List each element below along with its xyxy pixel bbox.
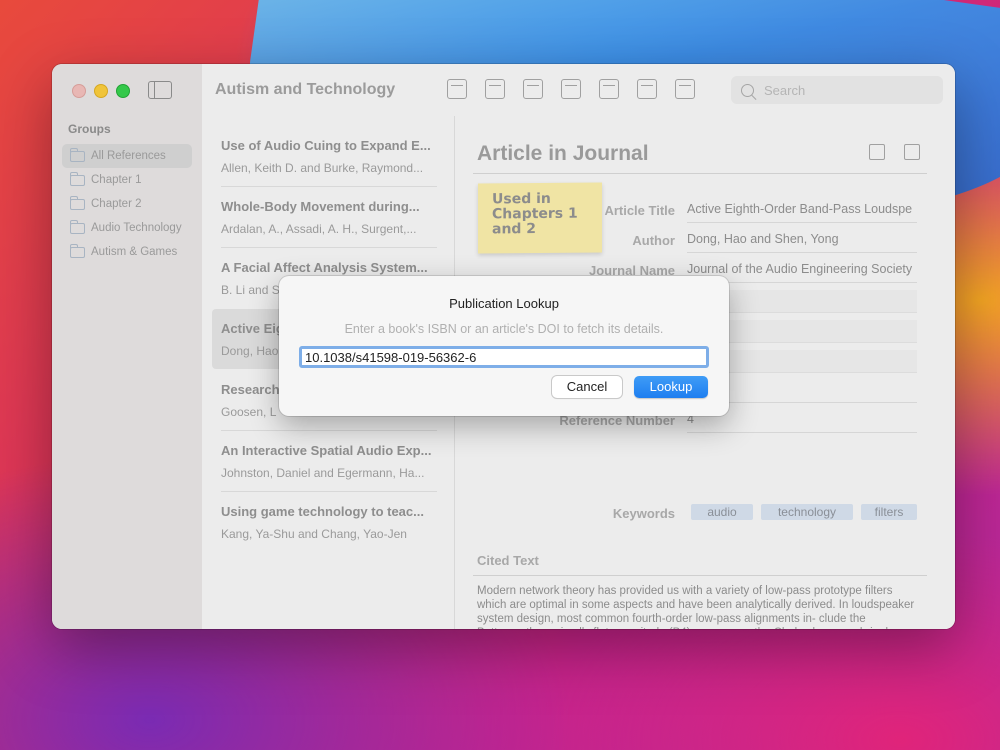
reference-title: Whole-Body Movement during... bbox=[221, 199, 420, 214]
folder-icon bbox=[70, 147, 85, 162]
author-field[interactable]: Dong, Hao and Shen, Yong bbox=[687, 230, 917, 253]
dialog-subtitle: Enter a book's ISBN or an article's DOI … bbox=[344, 322, 664, 336]
keywords-label: Keywords bbox=[612, 506, 675, 521]
divider bbox=[473, 173, 927, 174]
cited-text[interactable]: Modern network theory has provided us wi… bbox=[477, 584, 917, 629]
publication-lookup-dialog: Publication Lookup Enter a book's ISBN o… bbox=[279, 276, 729, 416]
library-icon[interactable] bbox=[637, 79, 657, 99]
sidebar-item-chapter-1[interactable]: Chapter 1 bbox=[62, 168, 192, 192]
group-list: All References Chapter 1 Chapter 2 Audio… bbox=[62, 144, 192, 264]
list-item[interactable]: An Interactive Spatial Audio Exp... John… bbox=[212, 431, 434, 489]
journal-icon[interactable] bbox=[485, 79, 505, 99]
sidebar-item-audio-technology[interactable]: Audio Technology bbox=[62, 216, 192, 240]
sidebar-item-label: Autism & Games bbox=[91, 246, 178, 258]
reference-authors: Johnston, Daniel and Egermann, Ha... bbox=[221, 466, 425, 480]
minimize-button[interactable] bbox=[94, 84, 108, 98]
keyword-tag[interactable]: audio bbox=[691, 504, 753, 520]
window-controls bbox=[72, 84, 130, 98]
dialog-title: Publication Lookup bbox=[449, 296, 559, 311]
sidebar: Groups All References Chapter 1 Chapter … bbox=[52, 64, 203, 629]
folder-icon bbox=[70, 219, 85, 234]
sidebar-item-label: All References bbox=[91, 150, 166, 162]
book-icon[interactable] bbox=[447, 79, 467, 99]
sidebar-item-label: Audio Technology bbox=[91, 222, 182, 234]
sidebar-toggle-icon[interactable] bbox=[148, 81, 172, 99]
search-icon bbox=[741, 83, 754, 97]
reference-authors: Ardalan, A., Assadi, A. H., Surgent,... bbox=[221, 222, 417, 236]
divider bbox=[473, 575, 927, 576]
keyword-tag[interactable]: technology bbox=[761, 504, 853, 520]
document-icon[interactable] bbox=[675, 79, 695, 99]
article-title-field[interactable]: Active Eighth-Order Band-Pass Loudspe bbox=[687, 200, 917, 223]
reference-authors: Allen, Keith D. and Burke, Raymond... bbox=[221, 161, 424, 175]
keyword-tag[interactable]: filters bbox=[861, 504, 917, 520]
doi-isbn-input[interactable] bbox=[299, 346, 709, 368]
folder-image-icon[interactable] bbox=[561, 79, 581, 99]
reference-title: An Interactive Spatial Audio Exp... bbox=[221, 443, 432, 458]
lookup-button[interactable]: Lookup bbox=[634, 376, 708, 398]
reference-title: Use of Audio Cuing to Expand E... bbox=[221, 138, 431, 153]
cited-text-label: Cited Text bbox=[477, 553, 539, 568]
list-item[interactable]: Using game technology to teac... Kang, Y… bbox=[212, 492, 434, 550]
cancel-button[interactable]: Cancel bbox=[552, 376, 622, 398]
groups-heading: Groups bbox=[68, 122, 111, 136]
search-placeholder: Search bbox=[764, 82, 806, 98]
sidebar-item-label: Chapter 2 bbox=[91, 198, 142, 210]
sidebar-item-all-references[interactable]: All References bbox=[62, 144, 192, 168]
copy-icon[interactable] bbox=[904, 144, 920, 160]
reference-type-title: Article in Journal bbox=[477, 142, 649, 165]
window-title: Autism and Technology bbox=[215, 81, 396, 98]
reference-title: A Facial Affect Analysis System... bbox=[221, 260, 428, 275]
sidebar-item-autism-games[interactable]: Autism & Games bbox=[62, 240, 192, 264]
list-item[interactable]: Whole-Body Movement during... Ardalan, A… bbox=[212, 187, 434, 245]
folder-icon bbox=[70, 243, 85, 258]
author-label: Author bbox=[632, 233, 675, 248]
sidebar-item-chapter-2[interactable]: Chapter 2 bbox=[62, 192, 192, 216]
folder-icon bbox=[70, 195, 85, 210]
edit-icon[interactable] bbox=[869, 144, 885, 160]
article-title-label: Article Title bbox=[604, 203, 675, 218]
zoom-button[interactable] bbox=[116, 84, 130, 98]
toolbar: Autism and Technology Search bbox=[202, 64, 955, 116]
list-item[interactable]: Use of Audio Cuing to Expand E... Allen,… bbox=[212, 126, 434, 184]
toolbar-icons bbox=[447, 79, 695, 99]
folder-icon[interactable] bbox=[523, 79, 543, 99]
folder-icon bbox=[70, 171, 85, 186]
search-field[interactable]: Search bbox=[731, 76, 943, 104]
close-button[interactable] bbox=[72, 84, 86, 98]
presentation-icon[interactable] bbox=[599, 79, 619, 99]
reference-title: Using game technology to teac... bbox=[221, 504, 424, 519]
reference-authors: Kang, Ya-Shu and Chang, Yao-Jen bbox=[221, 527, 407, 541]
sidebar-item-label: Chapter 1 bbox=[91, 174, 142, 186]
